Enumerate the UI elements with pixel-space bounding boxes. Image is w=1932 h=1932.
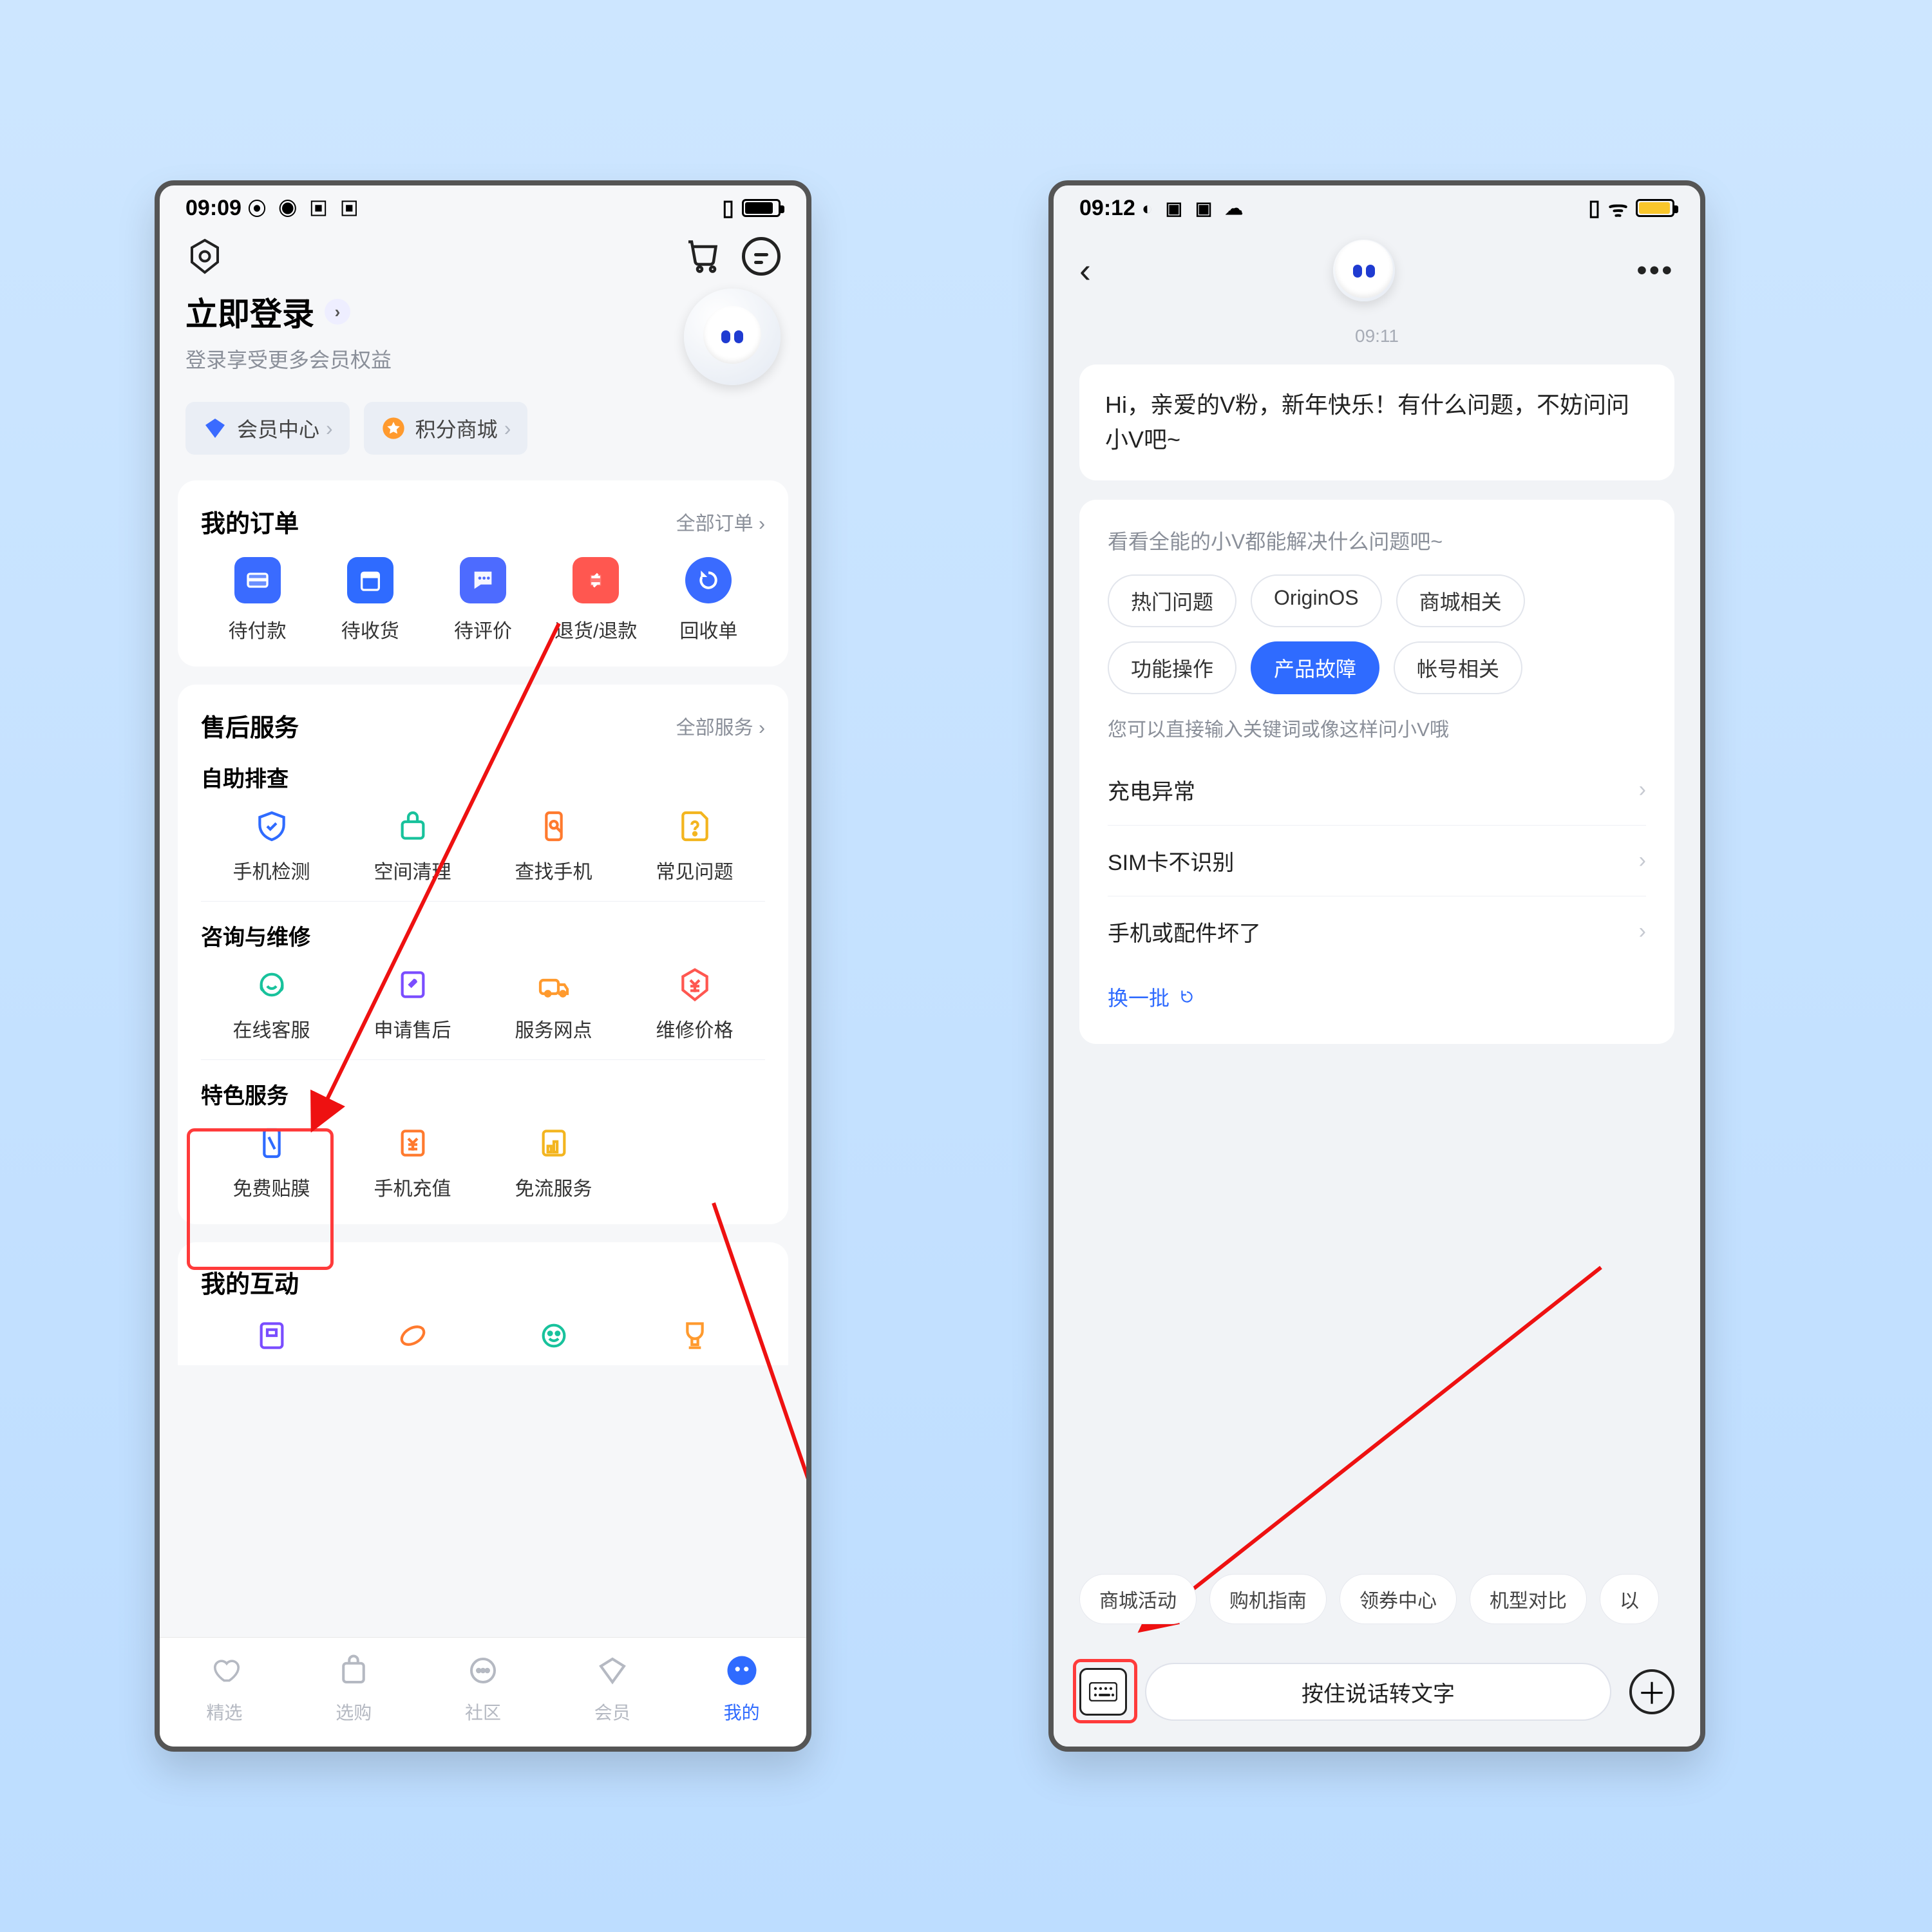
free-data[interactable]: 免流服务 <box>483 1124 624 1201</box>
refresh-icon <box>1179 989 1195 1005</box>
status-icons: ◐ ▣ ▣ ☁ <box>1142 198 1247 219</box>
avatar[interactable] <box>684 289 781 385</box>
chat-timestamp: 09:11 <box>1054 326 1700 346</box>
interactions-card: 我的互动 <box>178 1242 788 1365</box>
tab-featured[interactable]: 精选 <box>160 1638 289 1747</box>
service-outlets[interactable]: 服务网点 <box>483 965 624 1043</box>
back-button[interactable]: ‹ <box>1079 251 1091 290</box>
sim-icon: ▯ <box>1588 195 1600 221</box>
refresh-label: 换一批 <box>1108 982 1170 1012</box>
login-title-text: 立即登录 <box>185 289 314 335</box>
status-icons: ⦿ ◉ ▣ ▣ <box>248 195 362 221</box>
interact-item-1[interactable] <box>201 1316 342 1365</box>
quick-chip[interactable]: 商城活动 <box>1079 1574 1197 1624</box>
phone-left: 09:09 ⦿ ◉ ▣ ▣ ▯ 立即登录 › 登录享受更多会员权益 <box>155 180 811 1752</box>
hold-label: 按住说话转文字 <box>1302 1676 1455 1708</box>
order-refund[interactable]: 退货/退款 <box>540 557 652 643</box>
tab-member[interactable]: 会员 <box>547 1638 677 1747</box>
keyboard-toggle-button[interactable] <box>1079 1668 1127 1716</box>
order-pending-review[interactable]: 待评价 <box>426 557 539 643</box>
topic-pill[interactable]: 功能操作 <box>1108 641 1236 694</box>
tab-mine[interactable]: 我的 <box>677 1638 806 1747</box>
battery-icon <box>742 199 781 217</box>
topic-pill[interactable]: 商城相关 <box>1396 574 1525 627</box>
service-card: 售后服务 全部服务 › 自助排查 手机检测 空间清理 查找手机 常见问题 咨询与… <box>178 685 788 1224</box>
chat-inputbar: 按住说话转文字 ＋ <box>1054 1637 1700 1747</box>
quick-chip[interactable]: 购机指南 <box>1209 1574 1327 1624</box>
order-pending-receive[interactable]: 待收货 <box>314 557 426 643</box>
top-toolbar <box>160 231 806 289</box>
special-service-heading: 特色服务 <box>201 1078 765 1110</box>
interact-item-3[interactable] <box>483 1316 624 1365</box>
space-clean[interactable]: 空间清理 <box>342 807 483 884</box>
diamond-icon <box>202 415 228 441</box>
orders-more[interactable]: 全部订单 › <box>676 507 765 536</box>
bot-avatar[interactable] <box>1333 240 1395 301</box>
topic-panel: 看看全能的小V都能解决什么问题吧~ 热门问题 OriginOS 商城相关功能操作产品… <box>1079 500 1674 1044</box>
login-title[interactable]: 立即登录 › <box>185 289 684 335</box>
topic-pill[interactable]: 帐号相关 <box>1394 641 1522 694</box>
bottom-tabbar: 精选 选购 社区 会员 我的 <box>160 1637 806 1747</box>
status-bar: 09:12 ◐ ▣ ▣ ☁ ▯ ᯤ <box>1054 185 1700 231</box>
sim-icon: ▯ <box>722 195 734 221</box>
phone-right: 09:12 ◐ ▣ ▣ ☁ ▯ ᯤ ‹ ••• 09:11 Hi，亲爱的V粉，新… <box>1048 180 1705 1752</box>
battery-icon <box>1636 199 1674 217</box>
apply-aftersale[interactable]: 申请售后 <box>342 965 483 1043</box>
tab-shop[interactable]: 选购 <box>289 1638 419 1747</box>
question-row[interactable]: 手机或配件坏了› <box>1108 896 1646 967</box>
bot-greeting-bubble: Hi，亲爱的V粉，新年快乐！有什么问题，不妨问问小V吧~ <box>1079 365 1674 480</box>
quick-reply-row: 商城活动购机指南领券中心机型对比以 <box>1054 1574 1700 1624</box>
login-block: 立即登录 › 登录享受更多会员权益 <box>160 289 806 385</box>
more-menu-icon[interactable]: ••• <box>1637 254 1674 287</box>
quick-chip[interactable]: 机型对比 <box>1470 1574 1587 1624</box>
question-row[interactable]: SIM卡不识别› <box>1108 825 1646 896</box>
quick-chip[interactable]: 以 <box>1600 1574 1659 1624</box>
status-bar: 09:09 ⦿ ◉ ▣ ▣ ▯ <box>160 185 806 231</box>
free-film[interactable]: 免费贴膜 <box>201 1124 342 1201</box>
wifi-icon: ᯤ <box>1608 193 1628 223</box>
self-check-heading: 自助排查 <box>201 761 765 793</box>
topic-pill[interactable]: 热门问题 <box>1108 574 1236 627</box>
add-button[interactable]: ＋ <box>1629 1669 1674 1714</box>
interact-item-2[interactable] <box>342 1316 483 1365</box>
status-time: 09:12 <box>1079 196 1135 221</box>
star-coin-icon <box>381 415 406 441</box>
chevron-right-icon: › <box>325 299 350 325</box>
chip-label: 会员中心 <box>237 413 319 443</box>
interact-item-4[interactable] <box>624 1316 765 1365</box>
panel-title: 看看全能的小V都能解决什么问题吧~ <box>1108 526 1646 555</box>
topic-pill[interactable]: 产品故障 <box>1251 641 1379 694</box>
repair-price[interactable]: 维修价格 <box>624 965 765 1043</box>
chat-navbar: ‹ ••• <box>1054 231 1700 308</box>
cart-icon[interactable] <box>685 237 724 276</box>
status-time: 09:09 <box>185 196 242 221</box>
orders-card: 我的订单 全部订单 › 待付款 待收货 待评价 退货/退款 回收单 <box>178 480 788 667</box>
member-center-chip[interactable]: 会员中心› <box>185 402 350 455</box>
order-pending-pay[interactable]: 待付款 <box>201 557 314 643</box>
quick-chip[interactable]: 领券中心 <box>1340 1574 1457 1624</box>
service-title: 售后服务 <box>201 708 299 743</box>
hold-to-talk-button[interactable]: 按住说话转文字 <box>1145 1663 1611 1721</box>
consult-repair-heading: 咨询与维修 <box>201 920 765 951</box>
phone-recharge[interactable]: 手机充值 <box>342 1124 483 1201</box>
keyboard-icon <box>1089 1682 1117 1701</box>
orders-title: 我的订单 <box>201 504 299 539</box>
service-more[interactable]: 全部服务 › <box>676 712 765 740</box>
faq[interactable]: 常见问题 <box>624 807 765 884</box>
refresh-button[interactable]: 换一批 <box>1108 982 1646 1012</box>
order-recycle[interactable]: 回收单 <box>652 557 765 643</box>
login-subtitle: 登录享受更多会员权益 <box>185 344 684 374</box>
chip-label: 积分商城 <box>415 413 498 443</box>
settings-hex-icon[interactable] <box>185 237 224 276</box>
points-mall-chip[interactable]: 积分商城› <box>364 402 528 455</box>
topic-pill[interactable]: OriginOS <box>1251 574 1382 627</box>
phone-detect[interactable]: 手机检测 <box>201 807 342 884</box>
interactions-title: 我的互动 <box>201 1264 299 1300</box>
find-phone[interactable]: 查找手机 <box>483 807 624 884</box>
question-row[interactable]: 充电异常› <box>1108 755 1646 825</box>
panel-hint: 您可以直接输入关键词或像这样问小V哦 <box>1108 714 1646 742</box>
tab-community[interactable]: 社区 <box>419 1638 548 1747</box>
messages-icon[interactable] <box>742 237 781 276</box>
online-service[interactable]: 在线客服 <box>201 965 342 1043</box>
